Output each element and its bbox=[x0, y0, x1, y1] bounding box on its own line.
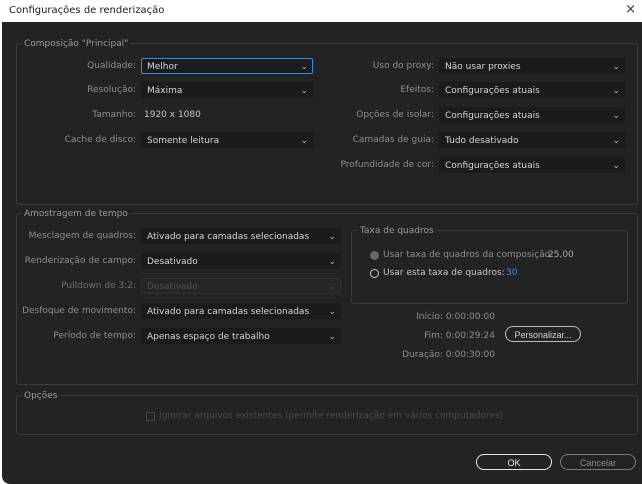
use-comp-rate-label: Usar taxa de quadros da composição bbox=[383, 250, 551, 260]
proxy-use-dropdown[interactable]: Não usar proxies ⌄ bbox=[439, 58, 625, 74]
guide-layers-label: Camadas de guia: bbox=[352, 135, 434, 145]
frame-blending-dropdown[interactable]: Ativado para camadas selecionadas ⌄ bbox=[141, 228, 341, 244]
disk-cache-value: Somente leitura bbox=[147, 136, 220, 146]
chevron-down-icon: ⌄ bbox=[300, 86, 308, 96]
customize-button[interactable]: Personalizar... bbox=[505, 326, 581, 342]
use-this-rate-label: Usar esta taxa de quadros: bbox=[383, 268, 505, 278]
chevron-down-icon: ⌄ bbox=[328, 232, 336, 242]
frame-blending-label: Mesclagem de quadros: bbox=[28, 231, 136, 241]
comp-rate-value: 25,00 bbox=[548, 250, 574, 260]
chevron-down-icon: ⌄ bbox=[328, 257, 336, 267]
guide-layers-dropdown[interactable]: Tudo desativado ⌄ bbox=[439, 132, 625, 148]
ok-button[interactable]: OK bbox=[476, 454, 552, 470]
solo-switches-value: Configurações atuais bbox=[445, 111, 540, 121]
field-render-label: Renderização de campo: bbox=[24, 256, 136, 266]
time-span-label: Período de tempo: bbox=[53, 331, 136, 341]
use-comp-rate-radio[interactable] bbox=[370, 251, 379, 260]
color-depth-dropdown[interactable]: Configurações atuais ⌄ bbox=[439, 157, 625, 173]
quality-value: Melhor bbox=[147, 62, 178, 72]
title-bar: Configurações de renderização × bbox=[0, 0, 642, 22]
color-depth-value: Configurações atuais bbox=[445, 161, 540, 171]
chevron-down-icon: ⌄ bbox=[612, 111, 620, 121]
chevron-down-icon: ⌄ bbox=[328, 332, 336, 342]
options-legend: Opções bbox=[22, 391, 60, 401]
pulldown-value: Desativado bbox=[147, 282, 198, 292]
chevron-down-icon: ⌄ bbox=[612, 136, 620, 146]
field-render-value: Desativado bbox=[147, 257, 198, 267]
time-span-dropdown[interactable]: Apenas espaço de trabalho ⌄ bbox=[141, 328, 341, 344]
field-render-dropdown[interactable]: Desativado ⌄ bbox=[141, 253, 341, 269]
composition-legend: Composição "Principal" bbox=[22, 39, 131, 49]
guide-layers-value: Tudo desativado bbox=[445, 136, 519, 146]
proxy-use-value: Não usar proxies bbox=[445, 62, 521, 72]
motion-blur-value: Ativado para camadas selecionadas bbox=[147, 307, 310, 317]
time-span-value: Apenas espaço de trabalho bbox=[147, 332, 270, 342]
duration-time: Duração: 0:00:30:00 bbox=[402, 350, 495, 360]
disk-cache-dropdown[interactable]: Somente leitura ⌄ bbox=[141, 132, 313, 148]
motion-blur-label: Desfoque de movimento: bbox=[22, 306, 136, 316]
solo-switches-dropdown[interactable]: Configurações atuais ⌄ bbox=[439, 107, 625, 123]
chevron-down-icon: ⌄ bbox=[300, 62, 308, 72]
effects-dropdown[interactable]: Configurações atuais ⌄ bbox=[439, 82, 625, 98]
skip-existing-label: Ignorar arquivos existentes (permite ren… bbox=[159, 411, 504, 421]
window-title: Configurações de renderização bbox=[9, 5, 165, 16]
time-sampling-legend: Amostragem de tempo bbox=[22, 209, 130, 219]
render-settings-dialog: Composição "Principal" Qualidade: Melhor… bbox=[2, 22, 642, 484]
chevron-down-icon: ⌄ bbox=[612, 86, 620, 96]
chevron-down-icon: ⌄ bbox=[328, 307, 336, 317]
frame-blending-value: Ativado para camadas selecionadas bbox=[147, 232, 310, 242]
size-value: 1920 x 1080 bbox=[144, 110, 201, 120]
proxy-use-label: Uso do proxy: bbox=[372, 61, 434, 71]
chevron-down-icon: ⌄ bbox=[612, 62, 620, 72]
chevron-down-icon: ⌄ bbox=[300, 136, 308, 146]
color-depth-label: Profundidade de cor: bbox=[340, 160, 434, 170]
chevron-down-icon: ⌄ bbox=[612, 161, 620, 171]
skip-existing-checkbox[interactable] bbox=[146, 412, 155, 421]
size-label: Tamanho: bbox=[92, 110, 136, 120]
disk-cache-label: Cache de disco: bbox=[64, 135, 136, 145]
motion-blur-dropdown[interactable]: Ativado para camadas selecionadas ⌄ bbox=[141, 303, 341, 319]
pulldown-dropdown: Desativado ⌄ bbox=[141, 278, 341, 294]
close-icon[interactable]: × bbox=[625, 2, 636, 17]
pulldown-label: Pulldown de 3:2: bbox=[61, 281, 136, 291]
start-time: Início: 0:00:00:00 bbox=[416, 312, 495, 322]
cancel-button[interactable]: Cancelar bbox=[560, 454, 636, 470]
use-this-rate-radio[interactable] bbox=[370, 269, 379, 278]
solo-switches-label: Opções de isolar: bbox=[356, 110, 434, 120]
end-time: Fim: 0:00:29:24 bbox=[424, 331, 495, 341]
quality-label: Qualidade: bbox=[87, 61, 136, 71]
chevron-down-icon: ⌄ bbox=[328, 282, 336, 292]
resolution-label: Resolução: bbox=[87, 85, 136, 95]
resolution-dropdown[interactable]: Máxima ⌄ bbox=[141, 82, 313, 98]
frame-rate-legend: Taxa de quadros bbox=[358, 226, 436, 236]
effects-label: Efeitos: bbox=[400, 85, 434, 95]
frame-rate-group bbox=[351, 230, 628, 304]
this-rate-value[interactable]: 30 bbox=[506, 268, 517, 278]
effects-value: Configurações atuais bbox=[445, 86, 540, 96]
resolution-value: Máxima bbox=[147, 86, 183, 96]
quality-dropdown[interactable]: Melhor ⌄ bbox=[141, 58, 313, 74]
